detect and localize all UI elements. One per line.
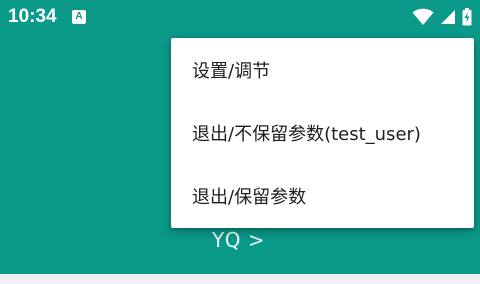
- menu-item-logout-discard-params[interactable]: 退出/不保留参数(test_user): [171, 107, 474, 159]
- menu-item-logout-keep-params[interactable]: 退出/保留参数: [171, 170, 474, 222]
- app-screen: 10:34 A YQ > 设置/调节 退出/不保留参数(test_user) 退…: [0, 0, 480, 284]
- wifi-icon: [412, 8, 434, 26]
- status-bar: 10:34 A: [0, 0, 480, 36]
- battery-charging-icon: [462, 8, 472, 26]
- bottom-strip: [0, 274, 480, 284]
- notification-app-icon: A: [72, 10, 86, 24]
- user-entry-label[interactable]: YQ >: [212, 228, 265, 252]
- overflow-menu: 设置/调节 退出/不保留参数(test_user) 退出/保留参数: [171, 38, 474, 228]
- signal-icon: [440, 9, 456, 25]
- menu-item-settings[interactable]: 设置/调节: [171, 44, 474, 96]
- status-time: 10:34: [8, 6, 57, 27]
- status-icons: [412, 8, 472, 26]
